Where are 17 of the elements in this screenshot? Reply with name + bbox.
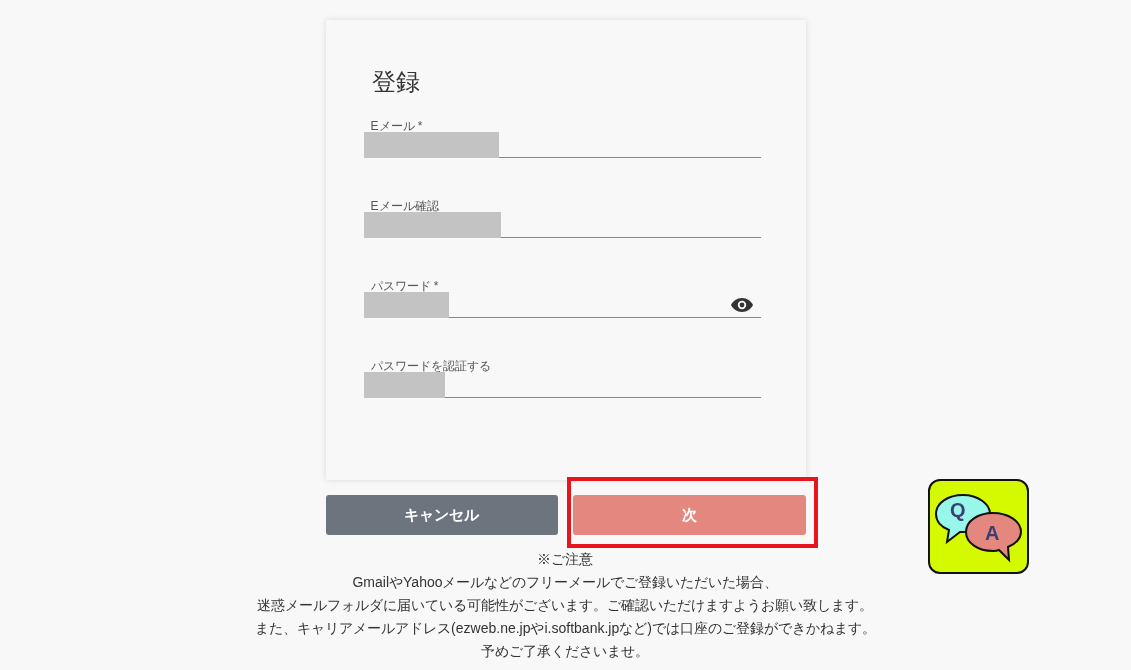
notice-text: また、キャリアメールアドレス(ezweb.ne.jpやi.softbank.jpなど)では口座のご登録ができかねます。 — [255, 619, 876, 638]
field-label: パスワード * — [370, 279, 440, 293]
qa-help-button[interactable]: Q A — [928, 479, 1029, 574]
field-label: パスワードを認証する — [370, 359, 492, 373]
answer-letter: A — [985, 522, 1000, 544]
field-label: Eメール確認 — [370, 199, 440, 213]
field-label: Eメール * — [370, 119, 424, 133]
action-button[interactable]: 次 — [573, 495, 806, 535]
notice-text: 予めご了承くださいませ。 — [481, 642, 650, 661]
speech-bubbles-icon — [933, 491, 1025, 563]
form-title: 登録 — [371, 67, 421, 97]
notice-heading: ※ご注意 — [537, 550, 594, 569]
eye-icon[interactable] — [730, 298, 753, 312]
question-letter: Q — [950, 499, 966, 521]
action-button[interactable]: キャンセル — [325, 495, 558, 535]
notice-text: GmailやYahooメールなどのフリーメールでご登録いただいた場合、 — [352, 573, 779, 592]
notice-text: 迷惑メールフォルダに届いている可能性がございます。ご確認いただけますようお願い致します。 — [257, 596, 874, 615]
